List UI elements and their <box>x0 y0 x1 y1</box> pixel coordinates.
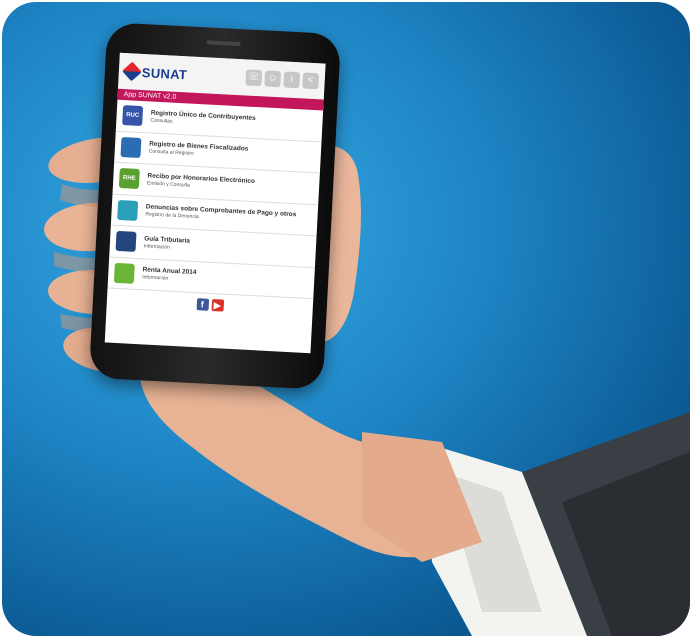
menu-item-subtitle: Información <box>143 243 171 251</box>
sunat-logo-text: SUNAT <box>141 64 188 82</box>
phone-icon[interactable]: ☏ <box>245 69 263 87</box>
bienes-icon <box>120 136 142 158</box>
renta-icon <box>113 262 135 284</box>
share-icon[interactable]: < <box>302 72 320 90</box>
ruc-icon: RUC <box>122 105 144 127</box>
menu-list: RUC Registro Único de Contribuyentes Cons… <box>107 99 324 300</box>
rhe-icon: RHE <box>118 168 140 190</box>
denuncias-icon <box>117 199 139 221</box>
photo-frame: SUNAT ☏ ☺ i < App SUNAT v2.0 RUC Registr… <box>2 2 690 636</box>
sunat-logo-icon <box>122 61 142 82</box>
menu-item-subtitle: Información <box>141 274 169 282</box>
smartphone: SUNAT ☏ ☺ i < App SUNAT v2.0 RUC Registr… <box>88 22 342 390</box>
youtube-icon[interactable]: ▶ <box>211 298 224 312</box>
info-icon[interactable]: i <box>283 71 301 89</box>
facebook-icon[interactable]: f <box>196 298 209 311</box>
user-icon[interactable]: ☺ <box>264 70 282 88</box>
phone-screen: SUNAT ☏ ☺ i < App SUNAT v2.0 RUC Registr… <box>104 52 326 354</box>
guia-icon <box>115 231 137 253</box>
header-icons: ☏ ☺ i < <box>245 69 320 90</box>
sunat-logo: SUNAT <box>122 61 188 82</box>
